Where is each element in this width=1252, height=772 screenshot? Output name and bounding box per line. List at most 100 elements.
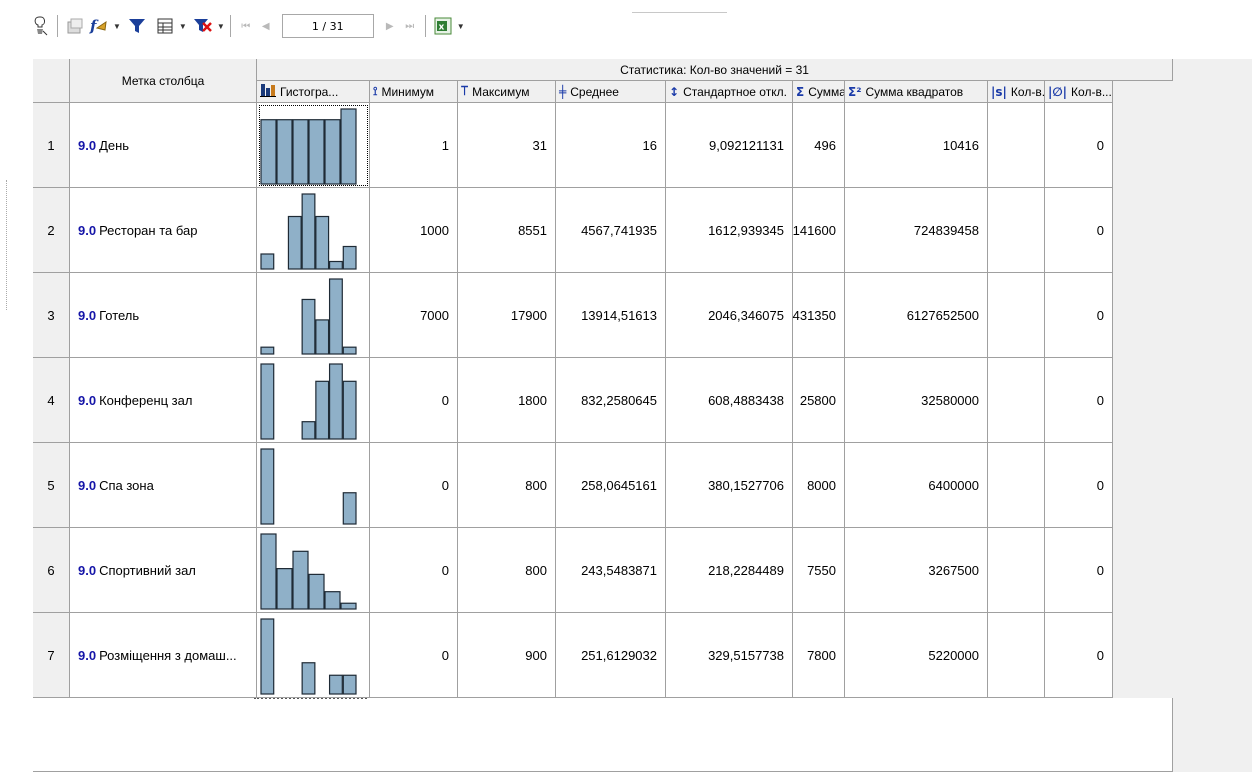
value-cell-min[interactable]: 1000: [370, 188, 458, 273]
value-cell-std[interactable]: 329,5157738: [666, 613, 793, 698]
value-cell-max[interactable]: 31: [458, 103, 556, 188]
corner-cell[interactable]: [33, 59, 70, 103]
last-page-icon[interactable]: ⏭: [400, 21, 420, 32]
value-cell-cnt1[interactable]: [988, 528, 1045, 613]
next-page-icon[interactable]: ▶: [380, 21, 400, 32]
value-cell-sumsq[interactable]: 5220000: [845, 613, 988, 698]
chevron-down-icon[interactable]: ▼: [113, 22, 121, 31]
histogram-cell[interactable]: [257, 188, 370, 273]
column-header-mean[interactable]: ╪ Среднее: [556, 81, 666, 103]
histogram-cell[interactable]: [257, 528, 370, 613]
row-number[interactable]: 7: [33, 613, 70, 698]
row-label[interactable]: 9.0 Ресторан та бар: [70, 188, 257, 273]
histogram-cell[interactable]: [257, 613, 370, 698]
table-view-button[interactable]: ▼: [153, 13, 187, 39]
value-cell-cnt2[interactable]: 0: [1045, 528, 1113, 613]
formula-button[interactable]: f ▼: [87, 13, 121, 39]
column-header-max[interactable]: ⟙ Максимум: [458, 81, 556, 103]
value-cell-sumsq[interactable]: 10416: [845, 103, 988, 188]
row-label[interactable]: 9.0 Готель: [70, 273, 257, 358]
value-cell-sum[interactable]: 8000: [793, 443, 845, 528]
value-cell-max[interactable]: 1800: [458, 358, 556, 443]
value-cell-min[interactable]: 1: [370, 103, 458, 188]
value-cell-sumsq[interactable]: 6400000: [845, 443, 988, 528]
previous-page-icon[interactable]: ◀: [256, 21, 276, 32]
column-header-sum[interactable]: Σ Сумма: [793, 81, 845, 103]
column-header-hist[interactable]: Гистогра...: [257, 81, 370, 103]
column-header-cnt1[interactable]: |s|Кол-в...: [988, 81, 1045, 103]
filter-button[interactable]: [125, 13, 149, 39]
chevron-down-icon[interactable]: ▼: [179, 22, 187, 31]
value-cell-min[interactable]: 0: [370, 358, 458, 443]
value-cell-mean[interactable]: 258,0645161: [556, 443, 666, 528]
row-number[interactable]: 1: [33, 103, 70, 188]
value-cell-sum[interactable]: 25800: [793, 358, 845, 443]
value-cell-max[interactable]: 900: [458, 613, 556, 698]
column-header-cnt2[interactable]: |∅| Кол-в...: [1045, 81, 1113, 103]
value-cell-cnt2[interactable]: 0: [1045, 358, 1113, 443]
value-cell-cnt2[interactable]: 0: [1045, 188, 1113, 273]
value-cell-max[interactable]: 8551: [458, 188, 556, 273]
value-cell-sum[interactable]: 431350: [793, 273, 845, 358]
row-number[interactable]: 2: [33, 188, 70, 273]
column-header-std[interactable]: ↕ Стандартное откл.: [666, 81, 793, 103]
value-cell-cnt1[interactable]: [988, 103, 1045, 188]
value-cell-max[interactable]: 17900: [458, 273, 556, 358]
column-header-sumsq[interactable]: Σ² Сумма квадратов: [845, 81, 988, 103]
clear-filter-button[interactable]: ▼: [191, 13, 225, 39]
value-cell-sum[interactable]: 7550: [793, 528, 845, 613]
row-label[interactable]: 9.0 Конференц зал: [70, 358, 257, 443]
value-cell-cnt2[interactable]: 0: [1045, 103, 1113, 188]
row-number[interactable]: 6: [33, 528, 70, 613]
value-cell-sum[interactable]: 7800: [793, 613, 845, 698]
row-label[interactable]: 9.0 Спа зона: [70, 443, 257, 528]
value-cell-cnt2[interactable]: 0: [1045, 273, 1113, 358]
value-cell-cnt1[interactable]: [988, 358, 1045, 443]
value-cell-mean[interactable]: 13914,51613: [556, 273, 666, 358]
value-cell-mean[interactable]: 243,5483871: [556, 528, 666, 613]
value-cell-mean[interactable]: 4567,741935: [556, 188, 666, 273]
value-cell-cnt1[interactable]: [988, 188, 1045, 273]
value-cell-std[interactable]: 380,1527706: [666, 443, 793, 528]
row-label[interactable]: 9.0 День: [70, 103, 257, 188]
value-cell-std[interactable]: 2046,346075: [666, 273, 793, 358]
value-cell-cnt1[interactable]: [988, 443, 1045, 528]
histogram-cell[interactable]: [257, 443, 370, 528]
value-cell-cnt2[interactable]: 0: [1045, 613, 1113, 698]
histogram-cell[interactable]: [257, 103, 370, 188]
value-cell-std[interactable]: 9,092121131: [666, 103, 793, 188]
chevron-down-icon[interactable]: ▼: [217, 22, 225, 31]
value-cell-min[interactable]: 0: [370, 443, 458, 528]
value-cell-max[interactable]: 800: [458, 528, 556, 613]
row-label[interactable]: 9.0 Спортивний зал: [70, 528, 257, 613]
column-header-min[interactable]: ⟟ Минимум: [370, 81, 458, 103]
value-cell-std[interactable]: 608,4883438: [666, 358, 793, 443]
value-cell-mean[interactable]: 251,6129032: [556, 613, 666, 698]
value-cell-std[interactable]: 1612,939345: [666, 188, 793, 273]
value-cell-min[interactable]: 0: [370, 528, 458, 613]
value-cell-mean[interactable]: 16: [556, 103, 666, 188]
row-label[interactable]: 9.0 Розміщення з домаш...: [70, 613, 257, 698]
properties-button[interactable]: [63, 13, 87, 39]
splitter-handle[interactable]: [0, 180, 7, 310]
first-page-icon[interactable]: ⏮: [236, 21, 256, 32]
value-cell-cnt1[interactable]: [988, 613, 1045, 698]
value-cell-mean[interactable]: 832,2580645: [556, 358, 666, 443]
column-label-header[interactable]: Метка столбца: [70, 59, 257, 103]
row-number[interactable]: 3: [33, 273, 70, 358]
value-cell-max[interactable]: 800: [458, 443, 556, 528]
value-cell-sum[interactable]: 496: [793, 103, 845, 188]
value-cell-std[interactable]: 218,2284489: [666, 528, 793, 613]
page-indicator[interactable]: 1 / 31: [281, 14, 374, 38]
wizard-button[interactable]: [28, 13, 52, 39]
histogram-cell[interactable]: [257, 358, 370, 443]
excel-export-button[interactable]: x ▼: [431, 13, 465, 39]
value-cell-sumsq[interactable]: 32580000: [845, 358, 988, 443]
row-number[interactable]: 4: [33, 358, 70, 443]
value-cell-sumsq[interactable]: 3267500: [845, 528, 988, 613]
value-cell-sumsq[interactable]: 6127652500: [845, 273, 988, 358]
histogram-cell[interactable]: [257, 273, 370, 358]
value-cell-cnt1[interactable]: [988, 273, 1045, 358]
value-cell-min[interactable]: 0: [370, 613, 458, 698]
chevron-down-icon[interactable]: ▼: [457, 22, 465, 31]
